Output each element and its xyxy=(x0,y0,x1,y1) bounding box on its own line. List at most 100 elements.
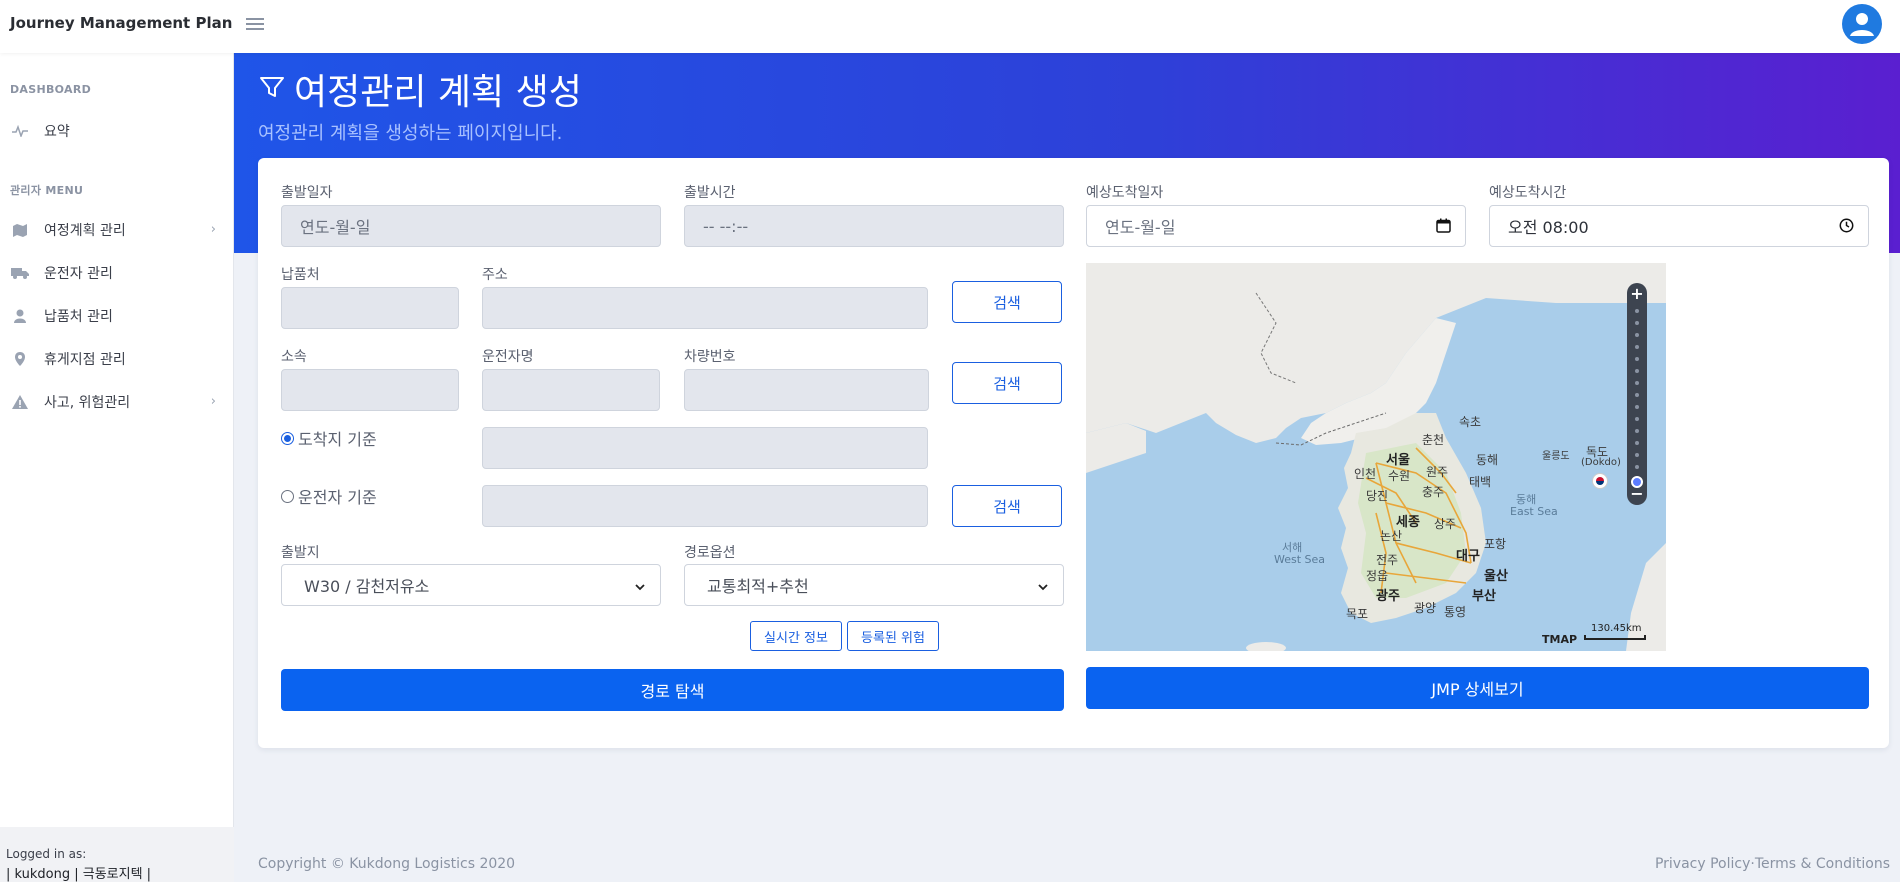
logged-in-user: | kukdong | 극동로지텍 | xyxy=(6,867,152,882)
arrival-date-label: 예상도착일자 xyxy=(1086,185,1164,201)
radio-checked-icon[interactable] xyxy=(281,431,294,445)
route-option-label: 경로옵션 xyxy=(684,545,736,561)
map-city-label: 충주 xyxy=(1422,485,1445,499)
registered-risk-button[interactable]: 등록된 위험 xyxy=(847,621,939,651)
sidebar-item-accident-risk[interactable]: 사고, 위험관리 › xyxy=(0,385,234,419)
sidebar-heading-admin: 관리자 MENU xyxy=(10,184,84,197)
terms-link[interactable]: Terms & Conditions xyxy=(1755,856,1890,872)
map-city-label: 원주 xyxy=(1426,465,1449,479)
radio-driver-label: 운전자 기준 xyxy=(298,488,377,507)
page-title-row: 여정관리 계획 생성 xyxy=(258,63,582,115)
sidebar-item-label: 납품처 관리 xyxy=(44,309,113,325)
chevron-right-icon: › xyxy=(210,394,216,409)
map-city-label: 동해 xyxy=(1476,453,1499,467)
driver-basis-search-button[interactable]: 검색 xyxy=(952,485,1062,527)
menu-toggle-icon[interactable] xyxy=(246,15,264,33)
map-sea-label: East Sea xyxy=(1510,505,1558,518)
map-city-label: 서울 xyxy=(1386,453,1410,468)
privacy-policy-link[interactable]: Privacy Policy xyxy=(1655,856,1750,872)
user-icon xyxy=(10,309,30,323)
map-city-label: 목포 xyxy=(1346,607,1369,621)
sidebar-footer: Logged in as: | kukdong | 극동로지텍 | xyxy=(0,827,234,882)
clock-icon[interactable] xyxy=(1839,218,1854,237)
address-input[interactable] xyxy=(482,287,928,329)
page-subtitle: 여정관리 계획을 생성하는 페이지입니다. xyxy=(258,123,563,144)
location-pin-icon xyxy=(10,352,30,366)
footer-links: Privacy Policy · Terms & Conditions xyxy=(1655,856,1890,872)
sidebar-item-label: 운전자 관리 xyxy=(44,266,113,282)
sidebar-item-label: 여정계획 관리 xyxy=(44,223,126,239)
driver-search-button[interactable]: 검색 xyxy=(952,362,1062,404)
journey-plan-form-card: 출발일자 연도-월-일 출발시간 -- --:-- 예상도착일자 연도-월-일 … xyxy=(258,158,1889,748)
map-city-label: 부산 xyxy=(1472,589,1496,604)
driver-name-input[interactable] xyxy=(482,369,660,411)
delivery-search-button[interactable]: 검색 xyxy=(952,281,1062,323)
arrival-date-input[interactable]: 연도-월-일 xyxy=(1086,205,1466,247)
vehicle-no-input[interactable] xyxy=(684,369,929,411)
sidebar-item-rest-points[interactable]: 휴게지점 관리 xyxy=(0,342,234,376)
map-city-label: 춘천 xyxy=(1422,433,1445,447)
filter-icon xyxy=(258,73,286,105)
map-city-label: 울산 xyxy=(1484,569,1508,584)
zoom-out-button[interactable]: − xyxy=(1627,485,1647,503)
departure-time-input[interactable]: -- --:-- xyxy=(684,205,1064,247)
logged-in-label: Logged in as: xyxy=(6,847,87,861)
map-city-label: 포항 xyxy=(1484,537,1507,551)
departure-date-placeholder: 연도-월-일 xyxy=(300,218,371,237)
arrival-time-label: 예상도착시간 xyxy=(1489,185,1567,201)
map-scale-label: 130.45km xyxy=(1591,623,1642,634)
sidebar: DASHBOARD 요약 관리자 MENU 여정계획 관리 › 운전자 관리 납… xyxy=(0,53,234,882)
map-city-label: 수원 xyxy=(1388,469,1411,483)
sidebar-item-label: 휴게지점 관리 xyxy=(44,352,126,368)
arrival-time-value: 오전 08:00 xyxy=(1508,218,1589,237)
chevron-right-icon: › xyxy=(210,222,216,237)
route-option-select[interactable]: 교통최적+추천 xyxy=(684,564,1064,606)
departure-time-label: 출발시간 xyxy=(684,185,736,201)
route-search-button[interactable]: 경로 탐색 xyxy=(281,669,1064,711)
sidebar-item-journey-plan[interactable]: 여정계획 관리 › xyxy=(0,213,234,247)
map-city-label: 태백 xyxy=(1469,475,1492,489)
origin-select[interactable]: W30 / 감천저유소 xyxy=(281,564,661,606)
radio-driver-basis[interactable]: 운전자 기준 xyxy=(281,484,377,508)
sidebar-item-summary[interactable]: 요약 xyxy=(0,114,234,148)
map-city-label: 광양 xyxy=(1414,601,1437,615)
driver-basis-input[interactable] xyxy=(482,485,928,527)
sidebar-item-drivers[interactable]: 운전자 관리 xyxy=(0,256,234,290)
arrival-time-input[interactable]: 오전 08:00 xyxy=(1489,205,1869,247)
radio-unchecked-icon[interactable] xyxy=(281,489,294,503)
arrival-date-placeholder: 연도-월-일 xyxy=(1105,218,1176,237)
map-city-label: 인천 xyxy=(1354,467,1377,481)
page-title: 여정관리 계획 생성 xyxy=(294,72,582,113)
departure-date-input[interactable]: 연도-월-일 xyxy=(281,205,661,247)
delivery-input[interactable] xyxy=(281,287,459,329)
truck-icon xyxy=(10,267,30,279)
address-label: 주소 xyxy=(482,267,508,283)
delivery-label: 납품처 xyxy=(281,267,320,283)
activity-icon xyxy=(10,125,30,137)
footer-copyright: Copyright © Kukdong Logistics 2020 xyxy=(258,856,516,872)
map-attribution: TMAP xyxy=(1542,633,1578,646)
user-avatar-icon[interactable] xyxy=(1842,4,1882,44)
map-marker-icon xyxy=(10,223,30,237)
zoom-in-button[interactable]: + xyxy=(1627,285,1647,303)
top-navbar: Journey Management Plan xyxy=(0,0,1900,53)
departure-time-placeholder: -- --:-- xyxy=(703,216,749,236)
calendar-icon[interactable] xyxy=(1436,218,1451,237)
realtime-info-button[interactable]: 실시간 정보 xyxy=(750,621,842,651)
departure-date-label: 출발일자 xyxy=(281,185,333,201)
route-map[interactable]: 속초 춘천 서울 인천 수원 원주 동해 태백 당진 충주 세종 상주 논산 전… xyxy=(1086,263,1666,651)
map-zoom-control[interactable]: + − xyxy=(1627,283,1647,505)
map-island-sub-label: (Dokdo) xyxy=(1581,457,1621,468)
warning-icon xyxy=(10,395,30,409)
radio-destination-basis[interactable]: 도착지 기준 xyxy=(281,426,377,450)
vehicle-no-label: 차량번호 xyxy=(684,349,736,365)
jmp-detail-button[interactable]: JMP 상세보기 xyxy=(1086,667,1869,709)
driver-name-label: 운전자명 xyxy=(482,349,534,365)
affiliation-input[interactable] xyxy=(281,369,459,411)
destination-basis-input[interactable] xyxy=(482,427,928,469)
sidebar-item-label: 사고, 위험관리 xyxy=(44,395,131,411)
sidebar-item-label: 요약 xyxy=(44,124,70,140)
origin-selected: W30 / 감천저유소 xyxy=(304,577,430,596)
app-brand[interactable]: Journey Management Plan xyxy=(10,14,232,32)
sidebar-item-delivery[interactable]: 납품처 관리 xyxy=(0,299,234,333)
